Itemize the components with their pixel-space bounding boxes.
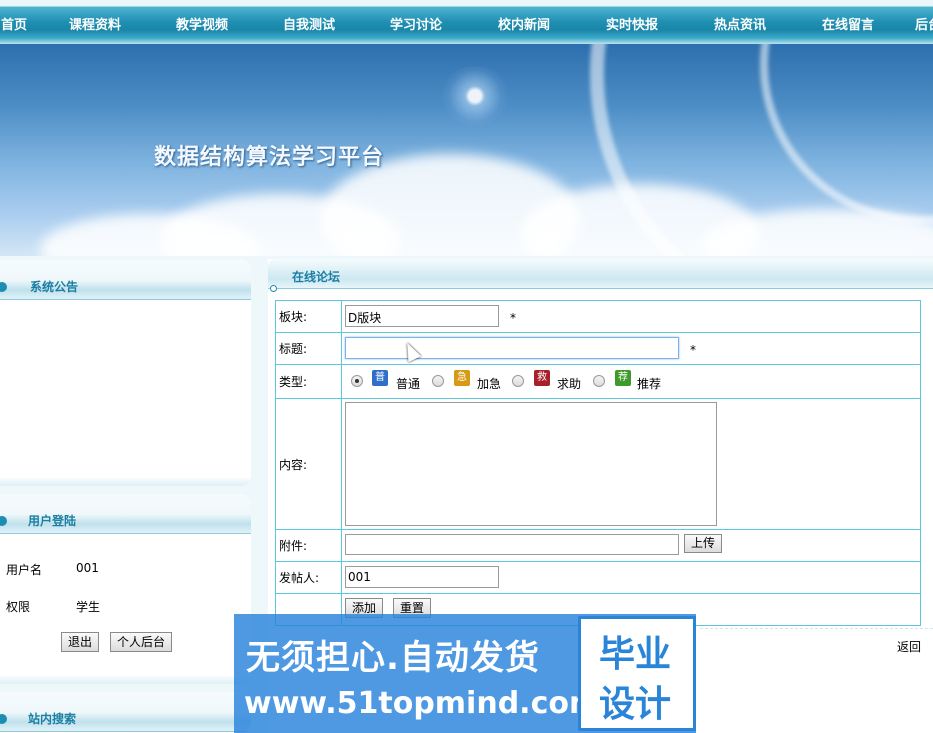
forum-title: 在线论坛 [292,270,341,284]
watermark-overlay: 无须担心.自动发货 www.51topmind.com 毕业 设计 [234,614,696,733]
type-label-help: 求助 [557,377,582,391]
notice-title: 系统公告 [30,280,79,294]
watermark-badge-line2: 设计 [599,684,672,725]
galaxy-graphic [440,66,510,126]
type-radio-normal[interactable] [351,375,363,387]
poster-label: 发帖人: [275,561,342,594]
required-mark: * [510,311,516,325]
site-title: 数据结构算法学习平台 [154,144,385,170]
nav-admin[interactable]: 后台 [915,14,933,33]
help-type-icon: 救 [534,370,550,386]
board-select[interactable]: D版块 [345,305,499,327]
personal-admin-button[interactable]: 个人后台 [110,632,173,652]
bullet-icon [0,282,7,292]
poster-input[interactable]: 001 [345,566,499,588]
username-label: 用户名 [6,563,43,577]
type-radio-urgent[interactable] [432,375,444,387]
nav-news[interactable]: 校内新闻 [498,14,550,33]
login-panel: 用户登陆 用户名 001 权限 学生 退出 个人后台 [0,494,251,684]
content-label: 内容: [275,398,342,530]
back-link[interactable]: 返回 [897,638,921,655]
type-label-normal: 普通 [396,377,421,391]
normal-type-icon: 普 [372,370,388,386]
type-label-urgent: 加急 [477,377,502,391]
title-label: 标题: [275,332,342,365]
nav-course[interactable]: 课程资料 [69,14,121,33]
nav-message[interactable]: 在线留言 [822,14,874,33]
header-banner: 数据结构算法学习平台 [0,44,933,256]
notice-panel: 系统公告 [0,260,251,486]
content-textarea[interactable] [345,402,717,526]
nav-home[interactable]: 首页 [1,14,27,33]
login-title: 用户登陆 [28,514,77,528]
search-panel: 站内搜索 [0,692,251,733]
nav-discuss[interactable]: 学习讨论 [390,14,442,33]
role-label: 权限 [6,600,31,614]
bullet-icon [0,714,7,724]
attachment-label: 附件: [275,529,342,562]
board-label: 板块: [275,300,342,333]
urgent-type-icon: 急 [454,370,470,386]
username-value: 001 [76,561,99,575]
type-radio-recommend[interactable] [593,375,605,387]
search-title: 站内搜索 [28,712,77,726]
bullet-icon [0,516,7,526]
recommend-type-icon: 荐 [615,370,631,386]
post-form: 板块: D版块 * 标题: * 类型: 普 普通 急 加急 救 求助 荐 推荐 … [275,300,921,626]
logout-button[interactable]: 退出 [61,632,100,652]
watermark-badge: 毕业 设计 [578,616,696,731]
nav-hot[interactable]: 热点资讯 [714,14,766,33]
nav-video[interactable]: 教学视频 [176,14,228,33]
bullet-icon [270,285,277,292]
type-label: 类型: [275,364,342,399]
watermark-url: www.51topmind.com [244,686,601,721]
nav-express[interactable]: 实时快报 [606,14,658,33]
title-input[interactable] [345,337,679,359]
type-label-recommend: 推荐 [637,377,662,391]
type-radio-help[interactable] [512,375,524,387]
upload-button[interactable]: 上传 [684,534,723,553]
top-nav: 首页 课程资料 教学视频 自我测试 学习讨论 校内新闻 实时快报 热点资讯 在线… [0,0,933,44]
watermark-badge-line1: 毕业 [599,634,672,675]
role-value: 学生 [76,600,101,614]
attachment-input[interactable] [345,534,679,555]
nav-test[interactable]: 自我测试 [283,14,335,33]
watermark-line1: 无须担心.自动发货 [246,638,540,678]
required-mark: * [690,343,696,357]
